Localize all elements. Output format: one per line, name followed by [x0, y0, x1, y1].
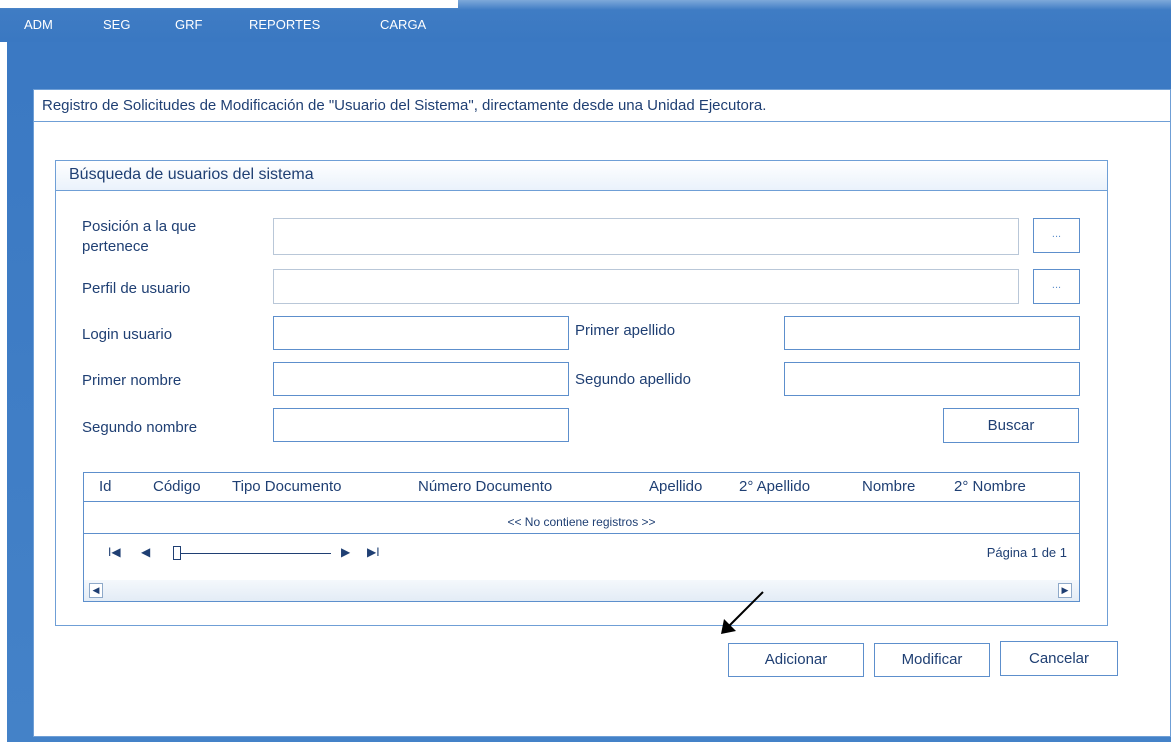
page-slider-track[interactable] — [176, 553, 331, 554]
scroll-right-icon[interactable]: ▶ — [1058, 583, 1072, 598]
first-lastname-label: Primer apellido — [575, 322, 676, 339]
first-name-label: Primer nombre — [82, 372, 182, 389]
first-name-input[interactable] — [273, 362, 569, 396]
column-header-apellido[interactable]: Apellido — [649, 478, 702, 495]
position-field[interactable] — [273, 218, 1019, 255]
column-header-codigo[interactable]: Código — [153, 478, 201, 495]
second-lastname-label: Segundo apellido — [575, 371, 691, 388]
empty-results-message: << No contiene registros >> — [507, 515, 656, 529]
position-lookup-button[interactable]: ... — [1033, 218, 1080, 253]
second-name-label: Segundo nombre — [82, 419, 198, 436]
second-name-input[interactable] — [273, 408, 569, 442]
search-group-header: Búsqueda de usuarios del sistema — [56, 161, 1107, 191]
search-group: Búsqueda de usuarios del sistema Posició… — [55, 160, 1108, 626]
search-group-title: Búsqueda de usuarios del sistema — [69, 166, 314, 183]
column-header-segundo-nombre[interactable]: 2° Nombre — [954, 478, 1026, 495]
add-button[interactable]: Adicionar — [728, 643, 864, 677]
position-label: Posición a la que pertenece — [82, 218, 197, 255]
login-input[interactable] — [273, 316, 569, 350]
scroll-left-icon[interactable]: ◀ — [89, 583, 103, 598]
page-info: Página 1 de 1 — [986, 545, 1067, 560]
menu-item-carga[interactable]: CARGA — [380, 17, 426, 32]
content-frame: Registro de Solicitudes de Modificación … — [7, 42, 1171, 742]
column-header-numero-documento[interactable]: Número Documento — [418, 478, 552, 495]
menu-bar-highlight — [0, 0, 458, 8]
menu-item-adm[interactable]: ADM — [24, 17, 53, 32]
page-title: Registro de Solicitudes de Modificación … — [42, 97, 767, 114]
first-lastname-input[interactable] — [784, 316, 1080, 350]
modify-button[interactable]: Modificar — [874, 643, 990, 677]
grid-body-divider — [84, 533, 1079, 534]
title-divider — [34, 121, 1170, 122]
profile-lookup-button[interactable]: ... — [1033, 269, 1080, 304]
horizontal-scrollbar[interactable]: ◀ ▶ — [84, 580, 1079, 601]
grid-header-divider — [84, 501, 1079, 502]
column-header-tipo-documento[interactable]: Tipo Documento — [232, 478, 342, 495]
page-slider-thumb[interactable] — [173, 546, 181, 560]
top-menu-bar: ADM SEG GRF REPORTES CARGA — [0, 0, 1171, 42]
results-grid: Id Código Tipo Documento Número Document… — [83, 472, 1080, 602]
column-header-nombre[interactable]: Nombre — [862, 478, 915, 495]
profile-label: Perfil de usuario — [82, 280, 191, 297]
menu-item-grf[interactable]: GRF — [175, 17, 202, 32]
menu-item-reportes[interactable]: REPORTES — [249, 17, 320, 32]
column-header-segundo-apellido[interactable]: 2° Apellido — [739, 478, 810, 495]
profile-field[interactable] — [273, 269, 1019, 304]
column-header-id[interactable]: Id — [99, 478, 112, 495]
last-page-icon[interactable]: ▶I — [367, 545, 380, 559]
first-page-icon[interactable]: I◀ — [108, 545, 121, 559]
main-panel: Registro de Solicitudes de Modificación … — [33, 89, 1171, 737]
menu-item-seg[interactable]: SEG — [103, 17, 130, 32]
second-lastname-input[interactable] — [784, 362, 1080, 396]
search-button[interactable]: Buscar — [943, 408, 1079, 443]
prev-page-icon[interactable]: ◀ — [141, 545, 150, 559]
cancel-button[interactable]: Cancelar — [1000, 641, 1118, 676]
login-label: Login usuario — [82, 326, 173, 343]
next-page-icon[interactable]: ▶ — [341, 545, 350, 559]
